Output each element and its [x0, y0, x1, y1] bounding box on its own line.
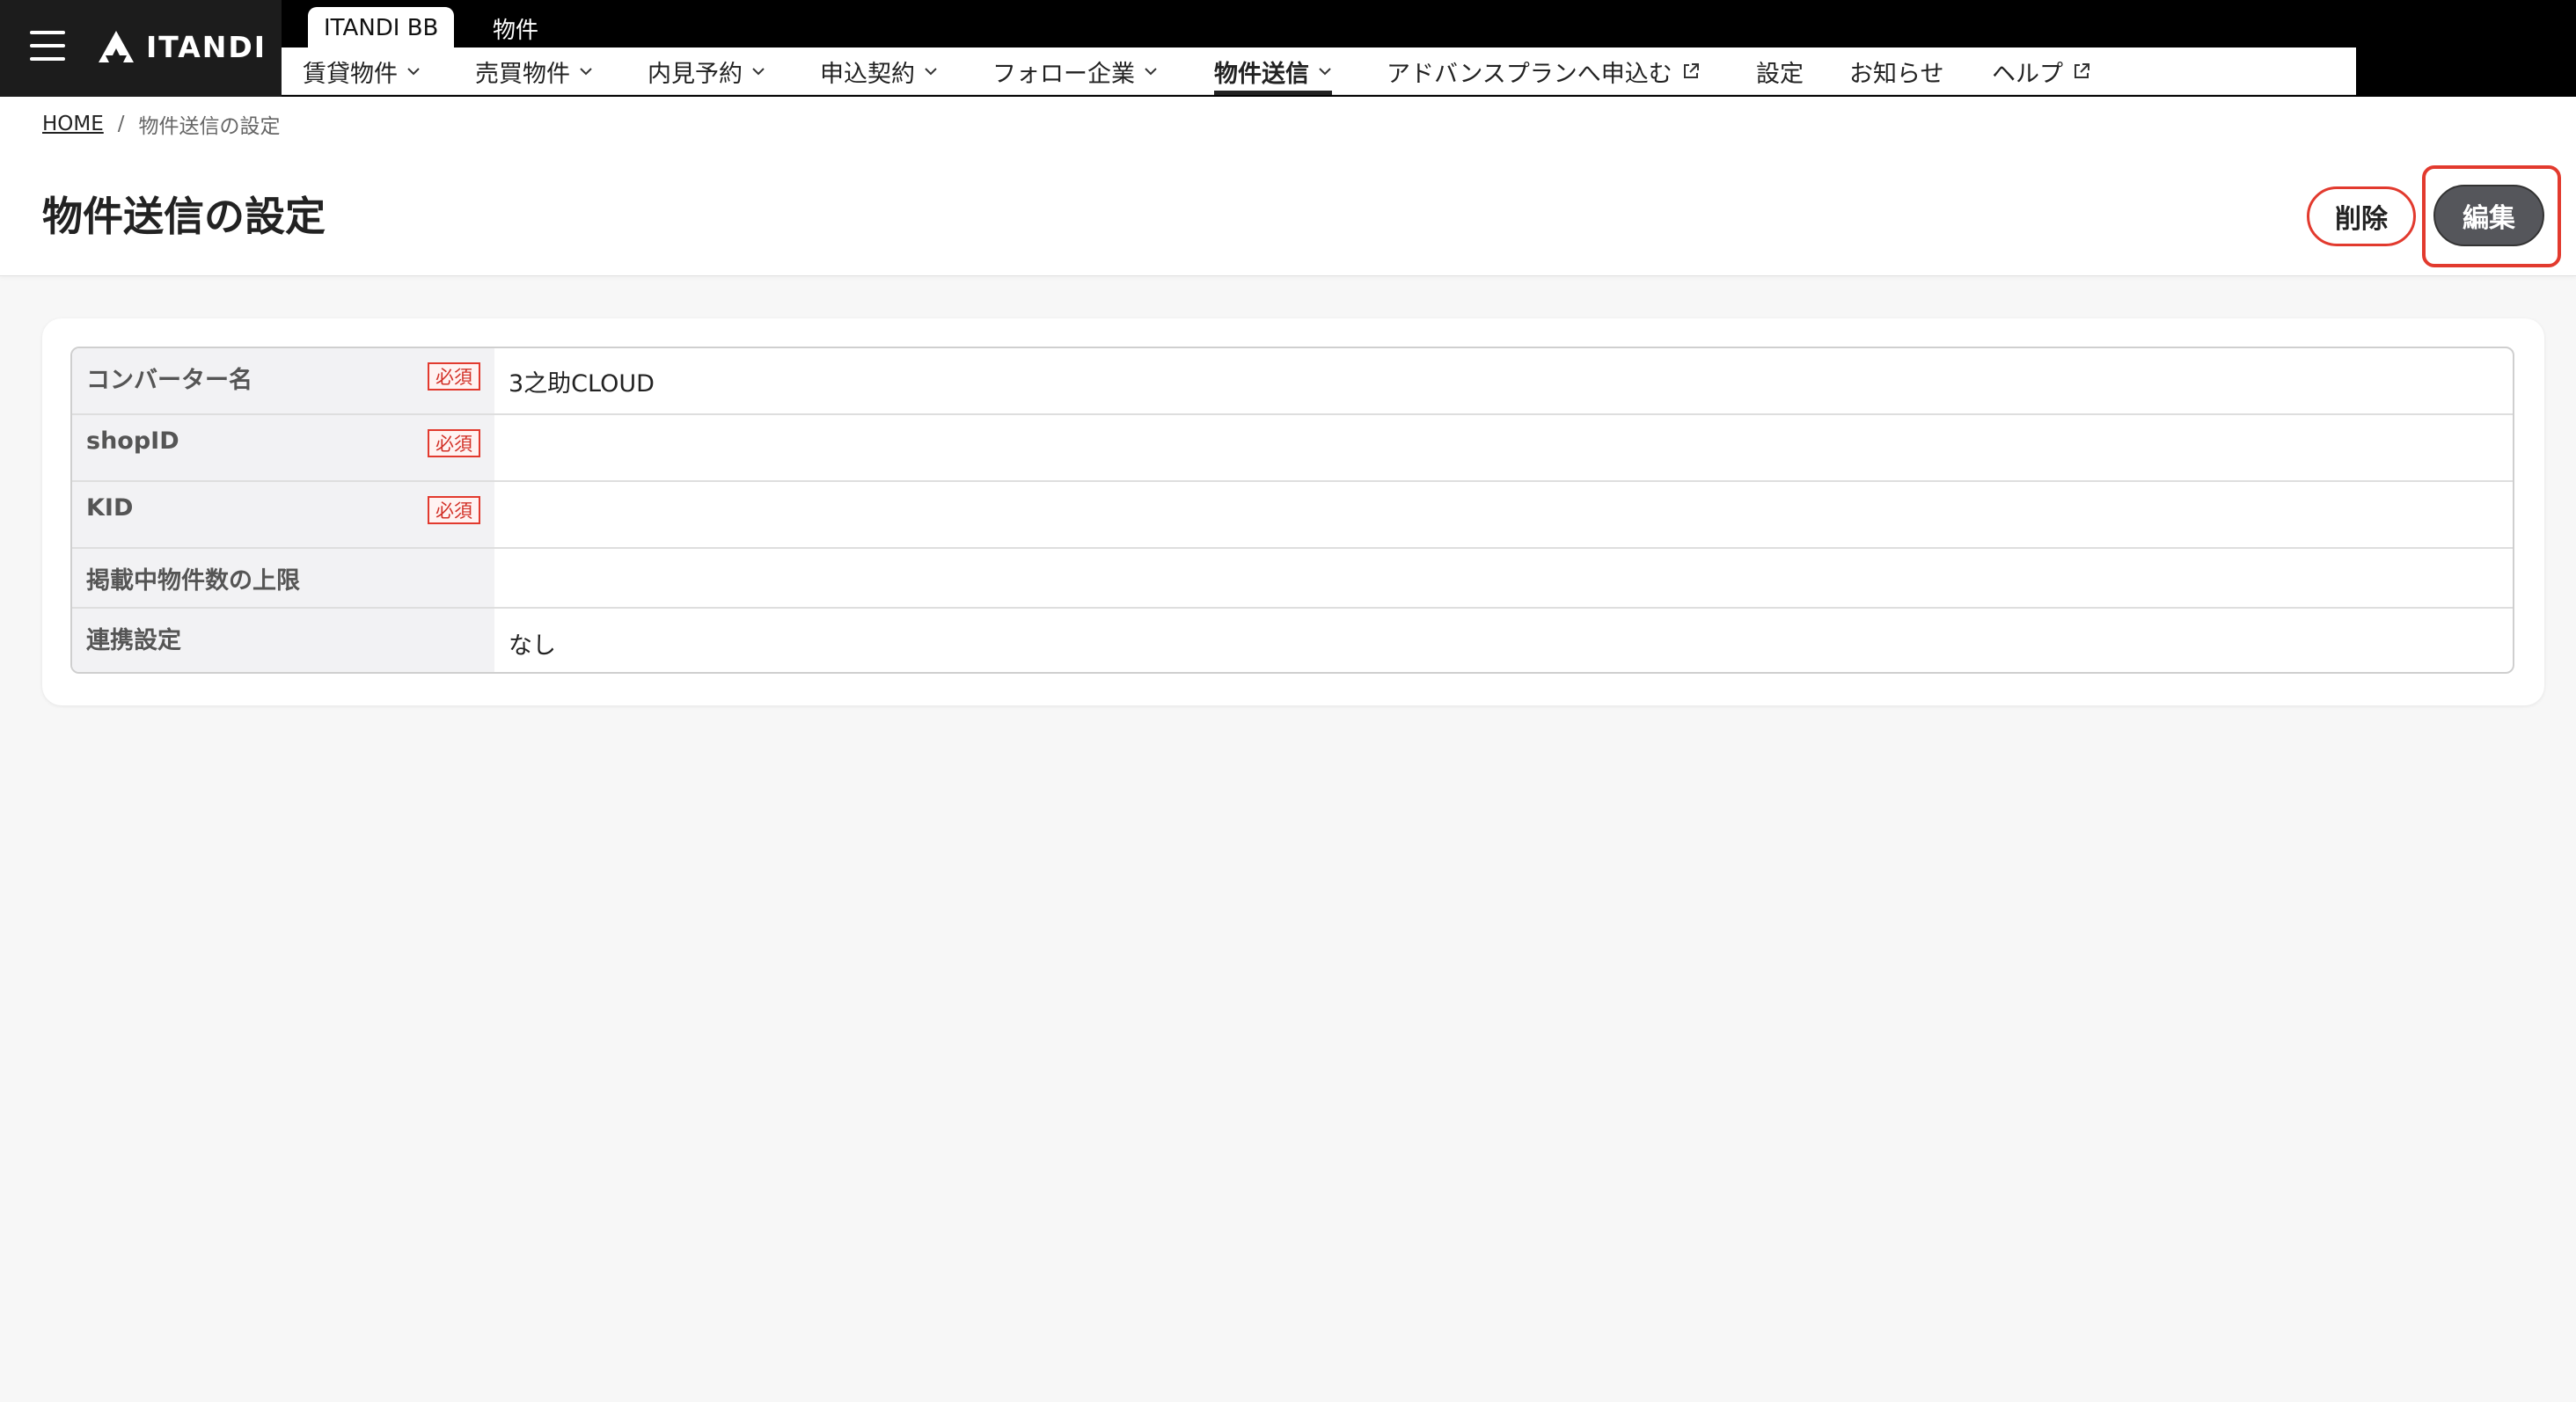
chevron-down-icon — [1319, 68, 1331, 76]
nav-naiken[interactable]: 内見予約 — [648, 47, 765, 95]
page-header: HOME / 物件送信の設定 物件送信の設定 削除 編集 — [0, 97, 2576, 276]
nav-label: 内見予約 — [648, 60, 743, 88]
table-row: コンバーター名 必須 3之助CLOUD — [72, 348, 2513, 415]
settings-table: コンバーター名 必須 3之助CLOUD shopID 必須 KID 必須 掲載中… — [70, 347, 2514, 674]
nav-label: 申込契約 — [820, 60, 915, 88]
chevron-down-icon — [580, 68, 592, 76]
breadcrumb-current: 物件送信の設定 — [138, 115, 281, 138]
itandi-logo-mark-icon — [99, 31, 134, 62]
external-link-icon — [2075, 63, 2089, 78]
row-label-cell: コンバーター名 必須 — [72, 348, 494, 413]
chevron-down-icon — [407, 68, 420, 76]
nav-bukken-soushin[interactable]: 物件送信 — [1214, 47, 1332, 95]
nav-label: ヘルプ — [1992, 60, 2063, 88]
product-tab-itandi-bb[interactable]: ITANDI BB — [308, 7, 455, 49]
row-label: 掲載中物件数の上限 — [86, 567, 300, 595]
nav-label: お知らせ — [1849, 60, 1944, 88]
nav-moushikomi[interactable]: 申込契約 — [820, 47, 938, 95]
external-link-icon — [1683, 63, 1699, 78]
itandi-logo[interactable]: ITANDI — [97, 26, 267, 67]
nav-follow[interactable]: フォロー企業 — [992, 47, 1158, 95]
nav-label: 賃貸物件 — [303, 60, 398, 88]
edit-button[interactable]: 編集 — [2433, 185, 2544, 246]
table-row: KID 必須 — [72, 482, 2513, 549]
settings-card: コンバーター名 必須 3之助CLOUD shopID 必須 KID 必須 掲載中… — [42, 318, 2544, 705]
nav-label: アドバンスプランへ申込む — [1387, 60, 1672, 88]
nav-label: フォロー企業 — [992, 60, 1135, 88]
row-label-cell: shopID 必須 — [72, 415, 494, 480]
hamburger-menu-icon[interactable] — [30, 31, 65, 61]
chevron-down-icon — [925, 68, 937, 76]
breadcrumb: HOME / 物件送信の設定 — [42, 109, 281, 139]
required-badge: 必須 — [428, 429, 480, 457]
nav-oshirase[interactable]: お知らせ — [1849, 47, 1943, 95]
chevron-down-icon — [1145, 68, 1157, 76]
nav-baibai[interactable]: 売買物件 — [475, 47, 593, 95]
row-label: 連携設定 — [86, 627, 181, 654]
table-row: 掲載中物件数の上限 — [72, 549, 2513, 609]
table-row: 連携設定 なし — [72, 609, 2513, 672]
nav-chintai[interactable]: 賃貸物件 — [303, 47, 421, 95]
account-area[interactable] — [2356, 0, 2576, 91]
brand-name: ITANDI — [146, 29, 267, 64]
table-row: shopID 必須 — [72, 415, 2513, 482]
required-badge: 必須 — [428, 362, 480, 391]
nav-settei[interactable]: 設定 — [1756, 47, 1804, 95]
nav-advance-plan[interactable]: アドバンスプランへ申込む — [1387, 47, 1701, 95]
delete-button[interactable]: 削除 — [2307, 186, 2416, 246]
row-value: なし — [509, 632, 556, 660]
row-label-cell: 掲載中物件数の上限 — [72, 549, 494, 607]
required-badge: 必須 — [428, 496, 480, 524]
row-label-cell: KID 必須 — [72, 482, 494, 547]
nav-label: 物件送信 — [1214, 60, 1309, 88]
row-value: 3之助CLOUD — [509, 370, 655, 398]
row-label-cell: 連携設定 — [72, 609, 494, 672]
row-label: shopID — [86, 427, 179, 455]
top-bar: ITANDI ITANDI BB 物件 賃貸物件 売買物件 内見予約 申込契約 … — [0, 0, 2576, 97]
page-title: 物件送信の設定 — [42, 193, 326, 240]
chevron-down-icon — [752, 68, 765, 76]
nav-label: 設定 — [1756, 60, 1804, 88]
breadcrumb-separator: / — [117, 113, 125, 135]
main-nav: 賃貸物件 売買物件 内見予約 申込契約 フォロー企業 物件送信 アドバンスプラン… — [282, 47, 2356, 95]
nav-label: 売買物件 — [475, 60, 570, 88]
nav-help[interactable]: ヘルプ — [1992, 47, 2091, 95]
row-label: KID — [86, 494, 134, 522]
product-tab-bukken[interactable]: 物件 — [477, 7, 554, 49]
breadcrumb-home-link[interactable]: HOME — [42, 113, 104, 135]
brand-block: ITANDI — [0, 0, 282, 97]
row-label: コンバーター名 — [86, 367, 252, 394]
